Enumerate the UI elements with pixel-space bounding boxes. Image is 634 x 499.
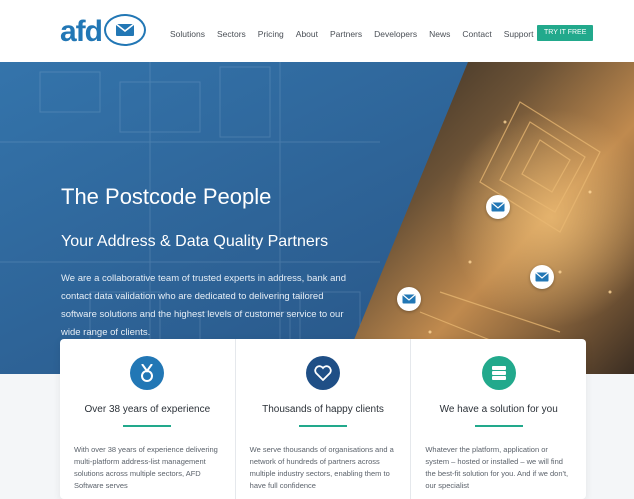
card-title: Over 38 years of experience — [84, 404, 211, 415]
card-description: With over 38 years of experience deliver… — [74, 445, 218, 490]
hero-subtitle: Your Address & Data Quality Partners — [61, 233, 329, 250]
feature-card-clients: Thousands of happy clients We serve thou… — [236, 339, 412, 499]
afd-logo[interactable]: afd — [60, 14, 146, 48]
card-divider — [123, 425, 172, 427]
features-panel: Over 38 years of experience With over 38… — [60, 339, 586, 499]
site-header: afd Solutions Sectors Pricing About Part… — [0, 0, 634, 62]
nav-news[interactable]: News — [429, 24, 450, 44]
nav-sectors[interactable]: Sectors — [217, 24, 246, 44]
card-title: We have a solution for you — [439, 404, 558, 415]
nav-developers[interactable]: Developers — [374, 24, 417, 44]
feature-card-solution: We have a solution for you Whatever the … — [411, 339, 586, 499]
hero-description: We are a collaborative team of trusted e… — [61, 273, 346, 338]
hero-banner: The Postcode People Your Address & Data … — [0, 62, 634, 374]
medal-icon — [130, 356, 165, 390]
card-title: Thousands of happy clients — [262, 404, 384, 415]
nav-about[interactable]: About — [296, 24, 318, 44]
feature-card-experience: Over 38 years of experience With over 38… — [60, 339, 236, 499]
card-divider — [474, 425, 523, 427]
envelope-pin-icon — [530, 265, 554, 289]
hero-title: The Postcode People — [61, 184, 272, 209]
main-nav: Solutions Sectors Pricing About Partners… — [170, 24, 545, 44]
nav-contact[interactable]: Contact — [462, 24, 491, 44]
nav-pricing[interactable]: Pricing — [258, 24, 284, 44]
envelope-pin-icon — [486, 195, 510, 219]
try-it-free-button[interactable]: TRY IT FREE — [537, 25, 594, 41]
card-divider — [299, 425, 347, 427]
nav-solutions[interactable]: Solutions — [170, 24, 205, 44]
envelope-pin-icon — [397, 287, 421, 311]
card-description: We serve thousands of organisations and … — [249, 445, 394, 490]
heart-icon — [306, 356, 340, 390]
nav-support[interactable]: Support — [504, 24, 534, 44]
envelope-logo-icon — [104, 14, 146, 46]
logo-text: afd — [60, 15, 103, 48]
server-icon — [481, 356, 516, 390]
card-description: Whatever the platform, application or sy… — [425, 445, 569, 490]
nav-partners[interactable]: Partners — [330, 24, 362, 44]
